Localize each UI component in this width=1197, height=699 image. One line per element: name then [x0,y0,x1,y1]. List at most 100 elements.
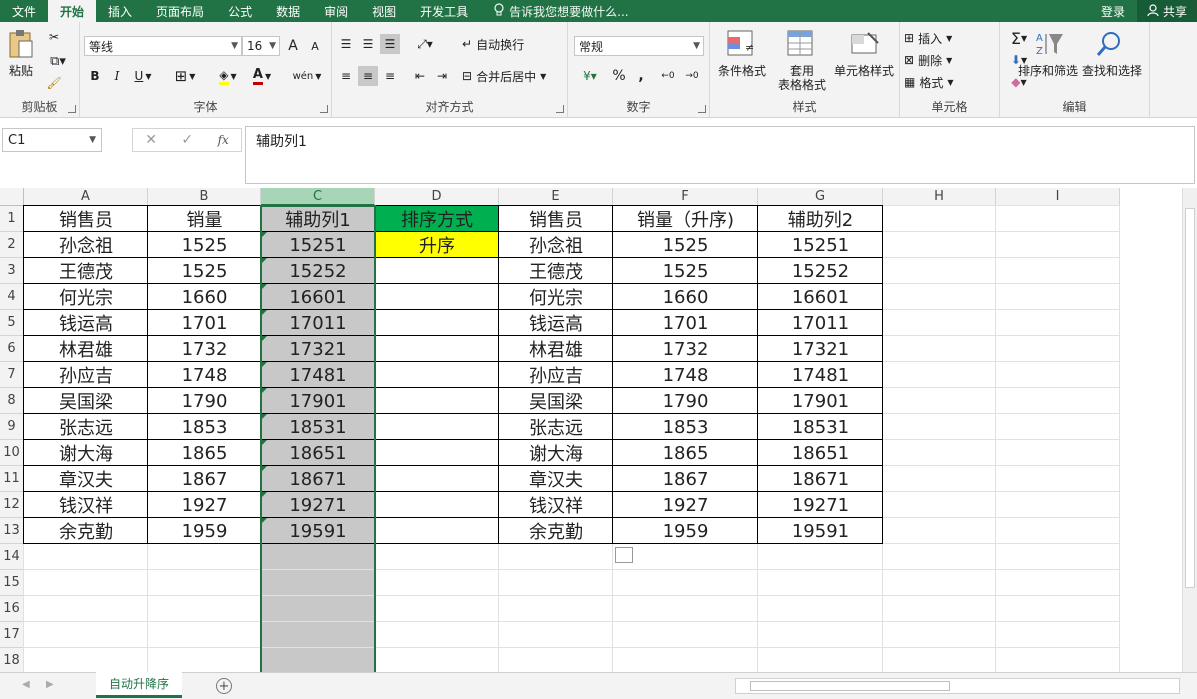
copy-button[interactable]: ⧉▾ [44,52,72,70]
font-name-select[interactable]: 等线 ▼ [84,36,242,56]
delete-cells-button[interactable]: ⊠ 删除 ▼ [904,50,974,70]
column-header-c[interactable]: C [261,188,375,206]
row-header[interactable]: 15 [0,570,24,596]
column-header-i[interactable]: I [996,188,1120,206]
table-cell[interactable]: 王德茂 [499,258,613,284]
increase-indent-button[interactable]: ⇥ [432,66,452,86]
table-cell[interactable]: 王德茂 [24,258,148,284]
column-header-b[interactable]: B [148,188,261,206]
table-cell[interactable]: 钱汉祥 [24,492,148,518]
table-cell[interactable]: 钱运高 [499,310,613,336]
cell-header[interactable]: 销售员 [24,206,148,232]
table-cell[interactable]: 林君雄 [24,336,148,362]
table-cell[interactable]: 孙应吉 [499,362,613,388]
table-cell[interactable]: 17901 [758,388,883,414]
cell-sort-mode[interactable]: 升序 [375,232,499,258]
table-cell[interactable]: 张志远 [499,414,613,440]
table-cell[interactable]: 15251 [758,232,883,258]
vertical-scroll-thumb[interactable] [1185,208,1195,588]
format-cells-button[interactable]: ▦ 格式 ▼ [904,72,974,92]
number-format-select[interactable]: 常规 ▼ [574,36,704,56]
align-top-button[interactable]: ☰ [336,34,356,54]
table-cell[interactable]: 吴国梁 [24,388,148,414]
table-cell[interactable]: 1867 [613,466,758,492]
sheet-tab[interactable]: 自动升降序 [96,672,182,698]
check-icon[interactable]: ✓ [181,132,193,148]
table-cell[interactable]: 1959 [613,518,758,544]
row-header[interactable]: 12 [0,492,24,518]
table-cell[interactable]: 18651 [758,440,883,466]
table-cell[interactable]: 余克勤 [24,518,148,544]
table-cell[interactable]: 19591 [758,518,883,544]
table-cell[interactable]: 1853 [148,414,261,440]
comma-button[interactable]: , [632,66,650,86]
table-cell[interactable]: 余克勤 [499,518,613,544]
merge-center-button[interactable]: ⊟ 合并后居中 ▼ [462,66,566,86]
table-cell[interactable]: 何光宗 [499,284,613,310]
table-cell[interactable]: 孙应吉 [24,362,148,388]
table-cell[interactable]: 1525 [148,232,261,258]
tab-developer[interactable]: 开发工具 [408,0,480,22]
table-cell[interactable]: 1701 [148,310,261,336]
font-color-button[interactable]: A ▼ [248,66,276,86]
percent-button[interactable]: % [610,66,628,86]
row-header[interactable]: 5 [0,310,24,336]
underline-button[interactable]: U ▼ [130,66,156,86]
table-cell[interactable]: 1525 [613,232,758,258]
table-cell[interactable]: 1867 [148,466,261,492]
table-cell[interactable]: 17321 [758,336,883,362]
tab-page-layout[interactable]: 页面布局 [144,0,216,22]
table-cell[interactable]: 林君雄 [499,336,613,362]
column-header-h[interactable]: H [883,188,996,206]
row-header[interactable]: 3 [0,258,24,284]
row-header[interactable]: 8 [0,388,24,414]
alignment-launcher-icon[interactable] [556,105,564,113]
table-cell[interactable]: 15252 [758,258,883,284]
tab-home[interactable]: 开始 [48,0,97,22]
vertical-scrollbar[interactable] [1182,188,1197,672]
table-cell[interactable]: 1865 [613,440,758,466]
table-cell[interactable]: 1748 [148,362,261,388]
cell-styles-button[interactable] [848,28,882,62]
column-header-f[interactable]: F [613,188,758,206]
table-cell[interactable]: 16601 [758,284,883,310]
table-cell[interactable]: 吴国梁 [499,388,613,414]
align-bottom-button[interactable]: ☰ [380,34,400,54]
decrease-indent-button[interactable]: ⇤ [410,66,430,86]
spreadsheet-grid[interactable]: A B C D E F G H I 1 2 3 4 5 6 7 8 9 10 11 12 13 14 15 16 17 18 销售员销… [0,188,1182,672]
clipboard-launcher-icon[interactable] [68,105,76,113]
table-cell[interactable]: 1701 [613,310,758,336]
align-center-button[interactable]: ≡ [358,66,378,86]
row-header[interactable]: 9 [0,414,24,440]
formula-input[interactable]: 辅助列1 [245,126,1195,184]
name-box[interactable]: C1 ▼ [2,128,102,152]
row-header[interactable]: 18 [0,648,24,672]
row-header[interactable]: 2 [0,232,24,258]
currency-button[interactable]: ¥▾ [574,66,606,86]
decrease-decimal-button[interactable]: →0 [682,66,702,86]
autosum-button[interactable]: Σ ▼ [1006,28,1032,48]
cut-button[interactable]: ✂ [44,28,64,46]
cell-header[interactable]: 销量（升序) [613,206,758,232]
row-header[interactable]: 10 [0,440,24,466]
conditional-format-button[interactable]: ≠ [724,28,758,62]
table-cell[interactable]: 18671 [758,466,883,492]
table-cell[interactable]: 孙念祖 [499,232,613,258]
phonetic-button[interactable]: wén ▼ [290,66,324,86]
paste-button[interactable] [4,28,38,62]
font-launcher-icon[interactable] [320,105,328,113]
cell-header[interactable]: 销量 [148,206,261,232]
share-button[interactable]: 共享 [1136,0,1197,22]
tab-insert[interactable]: 插入 [96,0,144,22]
table-cell[interactable]: 1525 [148,258,261,284]
table-cell[interactable]: 1790 [613,388,758,414]
row-header[interactable]: 14 [0,544,24,570]
font-size-select[interactable]: 16 ▼ [242,36,280,56]
bold-button[interactable]: B [86,66,104,86]
italic-button[interactable]: I [108,66,126,86]
orientation-button[interactable]: ⤢▾ [410,34,440,54]
table-cell[interactable]: 1959 [148,518,261,544]
quick-analysis-icon[interactable] [615,547,633,563]
align-middle-button[interactable]: ☰ [358,34,378,54]
insert-cells-button[interactable]: ⊞ 插入 ▼ [904,28,974,48]
